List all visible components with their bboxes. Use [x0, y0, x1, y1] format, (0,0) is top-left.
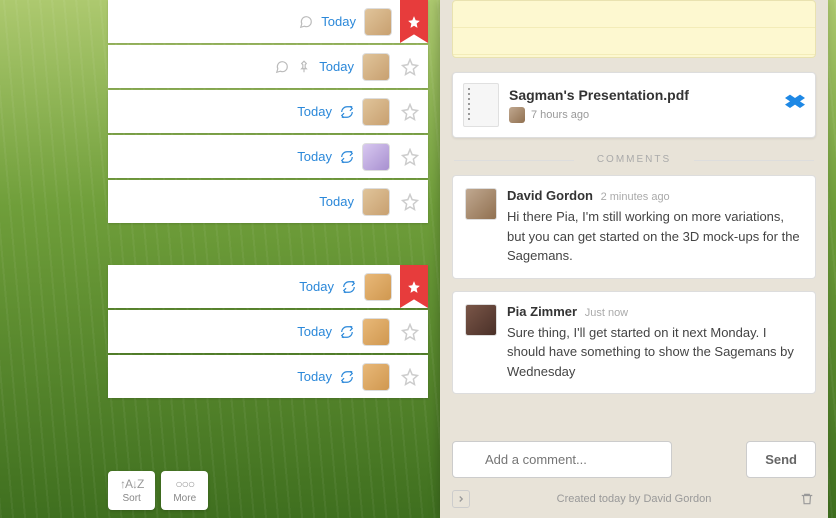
task-date[interactable]: Today	[319, 194, 354, 209]
comment-time: 2 minutes ago	[601, 191, 670, 203]
comment-input[interactable]	[452, 441, 672, 478]
star-ribbon[interactable]	[400, 265, 428, 308]
avatar[interactable]	[364, 8, 392, 36]
file-title: Sagman's Presentation.pdf	[509, 87, 775, 103]
detail-panel: Sagman's Presentation.pdf 7 hours ago CO…	[440, 0, 828, 518]
sort-icon: ↑A↓Z	[120, 477, 143, 491]
comment-body: Sure thing, I'll get started on it next …	[507, 323, 803, 382]
chat-icon	[299, 15, 313, 29]
task-list: Today Today Today Today Today Today Toda…	[108, 0, 428, 400]
task-date[interactable]: Today	[297, 324, 332, 339]
avatar	[509, 107, 525, 123]
trash-icon[interactable]	[798, 490, 816, 508]
expand-icon[interactable]	[452, 490, 470, 508]
task-row[interactable]: Today	[108, 45, 428, 88]
comment-body: Hi there Pia, I'm still working on more …	[507, 207, 803, 266]
comment: Pia Zimmer Just now Sure thing, I'll get…	[452, 291, 816, 395]
avatar[interactable]	[465, 304, 497, 336]
comment: David Gordon 2 minutes ago Hi there Pia,…	[452, 175, 816, 279]
task-row[interactable]: Today	[108, 180, 428, 223]
recur-icon	[340, 150, 354, 164]
avatar[interactable]	[362, 318, 390, 346]
file-time: 7 hours ago	[531, 109, 589, 121]
task-row[interactable]: Today	[108, 135, 428, 178]
more-button[interactable]: ○○○ More	[161, 471, 208, 510]
dropbox-icon[interactable]	[785, 93, 805, 118]
task-date[interactable]: Today	[299, 279, 334, 294]
compose-row: Send	[452, 441, 816, 478]
comment-time: Just now	[585, 307, 628, 319]
sort-label: Sort	[123, 493, 141, 504]
task-date[interactable]: Today	[297, 369, 332, 384]
sort-button[interactable]: ↑A↓Z Sort	[108, 471, 155, 510]
star-toggle[interactable]	[398, 145, 422, 169]
recur-icon	[340, 370, 354, 384]
task-date[interactable]: Today	[297, 149, 332, 164]
task-date[interactable]: Today	[321, 14, 356, 29]
star-toggle[interactable]	[398, 100, 422, 124]
task-row[interactable]: Today	[108, 0, 428, 43]
avatar[interactable]	[362, 188, 390, 216]
task-row[interactable]: Today	[108, 310, 428, 353]
task-row[interactable]: Today	[108, 265, 428, 308]
recur-icon	[340, 105, 354, 119]
task-row[interactable]: Today	[108, 90, 428, 133]
chat-icon	[275, 60, 289, 74]
avatar[interactable]	[362, 98, 390, 126]
created-by: Created today by David Gordon	[557, 493, 712, 505]
star-toggle[interactable]	[398, 190, 422, 214]
file-icon	[463, 83, 499, 127]
file-attachment[interactable]: Sagman's Presentation.pdf 7 hours ago	[452, 72, 816, 138]
note-area[interactable]	[452, 0, 816, 58]
comments-heading: COMMENTS	[440, 154, 828, 165]
avatar[interactable]	[362, 363, 390, 391]
avatar[interactable]	[364, 273, 392, 301]
detail-footer: Created today by David Gordon	[452, 490, 816, 508]
task-row[interactable]: Today	[108, 355, 428, 398]
pin-icon	[297, 60, 311, 74]
more-icon: ○○○	[175, 477, 194, 491]
list-toolbar: ↑A↓Z Sort ○○○ More	[108, 471, 428, 510]
recur-icon	[342, 280, 356, 294]
recur-icon	[340, 325, 354, 339]
comment-author: David Gordon	[507, 188, 593, 203]
avatar[interactable]	[362, 143, 390, 171]
task-date[interactable]: Today	[319, 59, 354, 74]
task-date[interactable]: Today	[297, 104, 332, 119]
star-ribbon[interactable]	[400, 0, 428, 43]
comment-author: Pia Zimmer	[507, 304, 577, 319]
star-toggle[interactable]	[398, 365, 422, 389]
more-label: More	[173, 493, 196, 504]
send-button[interactable]: Send	[746, 441, 816, 478]
star-toggle[interactable]	[398, 320, 422, 344]
avatar[interactable]	[465, 188, 497, 220]
star-toggle[interactable]	[398, 55, 422, 79]
avatar[interactable]	[362, 53, 390, 81]
